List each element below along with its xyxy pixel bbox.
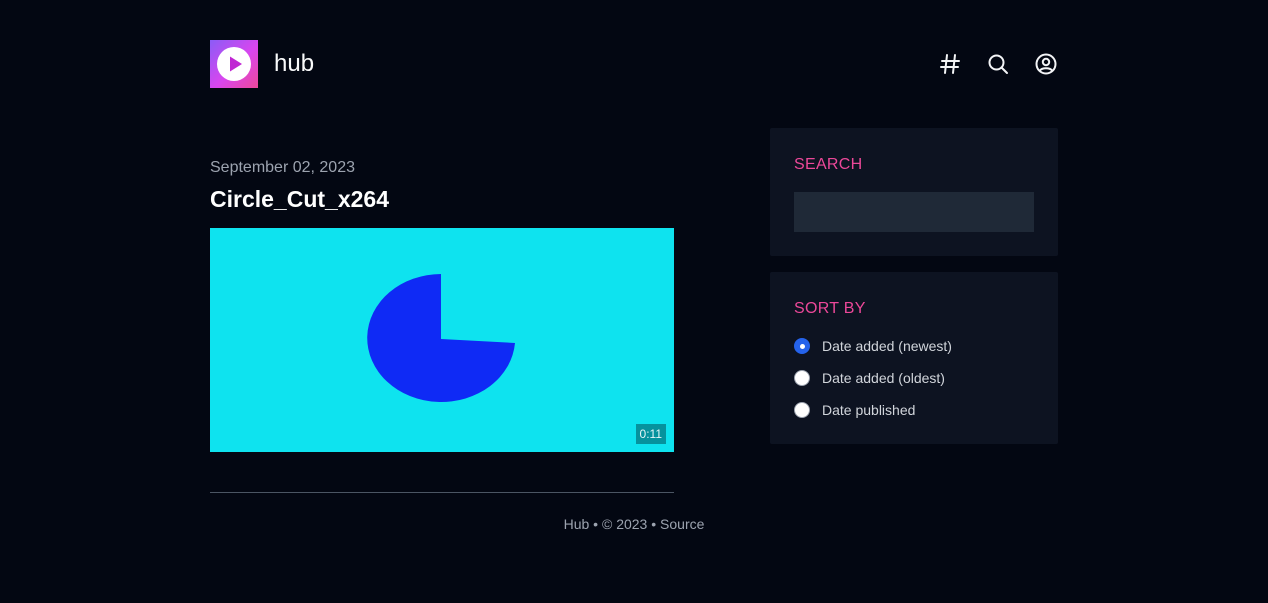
sort-option-label: Date published [822, 402, 916, 418]
play-icon [217, 47, 251, 81]
search-input[interactable] [794, 192, 1034, 232]
footer-separator: • [647, 516, 661, 532]
circle-cut-shape [367, 274, 515, 402]
footer-source-link[interactable]: Source [660, 516, 704, 532]
radio-button[interactable] [794, 338, 810, 354]
footer: Hub • © 2023 • Source [0, 515, 1268, 533]
sort-panel: SORT BY Date added (newest) Date added (… [770, 272, 1058, 444]
sort-option-label: Date added (oldest) [822, 370, 945, 386]
sort-option-published[interactable]: Date published [794, 400, 915, 420]
video-duration: 0:11 [635, 424, 666, 444]
sort-option-newest[interactable]: Date added (newest) [794, 336, 952, 356]
site-name[interactable]: hub [274, 49, 314, 79]
post-title[interactable]: Circle_Cut_x264 [210, 185, 389, 213]
post-date: September 02, 2023 [210, 159, 355, 176]
search-icon[interactable] [984, 50, 1012, 78]
video-thumbnail[interactable]: 0:11 [210, 228, 674, 452]
radio-button[interactable] [794, 402, 810, 418]
user-circle-icon[interactable] [1032, 50, 1060, 78]
divider [210, 492, 674, 493]
search-panel-title: SEARCH [794, 156, 863, 173]
search-panel: SEARCH [770, 128, 1058, 256]
sort-panel-title: SORT BY [794, 300, 866, 317]
page: hub September 02, 2023 Circle_Cut_x264 0… [0, 0, 1268, 603]
hash-icon[interactable] [936, 50, 964, 78]
radio-button[interactable] [794, 370, 810, 386]
footer-copyright: © 2023 [601, 516, 648, 532]
sort-option-label: Date added (newest) [822, 338, 952, 354]
footer-separator: • [589, 516, 602, 532]
footer-site-link[interactable]: Hub [564, 516, 590, 532]
logo[interactable] [210, 40, 258, 88]
sort-option-oldest[interactable]: Date added (oldest) [794, 368, 945, 388]
